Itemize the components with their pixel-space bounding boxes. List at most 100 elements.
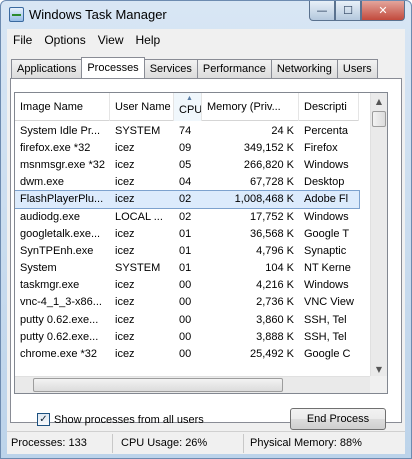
process-list[interactable]: Image Name User Name ▲ CPU Memory (Priv..…: [14, 92, 388, 394]
process-user-name: SYSTEM: [115, 124, 161, 137]
minimize-icon: —: [316, 4, 328, 17]
process-memory: 24 K: [271, 124, 294, 137]
process-user-name: icez: [115, 176, 135, 189]
process-memory: 4,216 K: [256, 279, 294, 292]
process-image-name: putty 0.62.exe...: [20, 330, 99, 343]
process-description: Windows: [304, 158, 349, 171]
process-memory: 36,568 K: [249, 227, 294, 240]
process-memory: 266,820 K: [243, 158, 294, 171]
process-cpu: 00: [179, 313, 192, 326]
vertical-scroll-thumb[interactable]: [372, 111, 386, 127]
tab-performance[interactable]: Performance: [196, 59, 272, 78]
tab-applications[interactable]: Applications: [11, 59, 83, 78]
tab-services[interactable]: Services: [143, 59, 198, 78]
process-user-name: LOCAL ...: [115, 210, 163, 223]
process-row[interactable]: SynTPEnh.exe icez 01 4,796 K Synaptic: [15, 242, 359, 259]
title-bar[interactable]: Windows Task Manager — ☐ ✕: [1, 1, 411, 29]
process-row[interactable]: putty 0.62.exe... icez 00 3,888 K SSH, Tel: [15, 328, 359, 345]
process-memory: 3,860 K: [256, 313, 294, 326]
scroll-up-button[interactable]: ▲: [371, 93, 387, 110]
process-user-name: icez: [115, 348, 135, 361]
window-client-area: File Options View Help Applications Proc…: [7, 29, 405, 454]
column-label: Image Name: [20, 101, 83, 113]
process-image-name: FlashPlayerPlu...: [20, 193, 104, 206]
column-user-name[interactable]: User Name: [110, 93, 174, 121]
process-row[interactable]: System Idle Pr... SYSTEM 74 24 K Percenta: [15, 122, 359, 139]
process-description: Google T: [304, 227, 350, 240]
process-cpu: 02: [179, 210, 192, 223]
process-cpu: 05: [179, 158, 192, 171]
menu-file[interactable]: File: [7, 33, 38, 47]
show-all-users-label[interactable]: Show processes from all users: [54, 414, 204, 426]
process-cpu: 04: [179, 176, 192, 189]
process-cpu: 01: [179, 262, 192, 275]
process-image-name: SynTPEnh.exe: [20, 244, 94, 257]
task-manager-icon: [9, 7, 24, 22]
process-image-name: firefox.exe *32: [20, 141, 91, 154]
column-label: CPU: [179, 104, 202, 116]
process-row[interactable]: googletalk.exe... icez 01 36,568 K Google T: [15, 225, 359, 242]
column-description[interactable]: Descripti: [299, 93, 359, 121]
tab-processes[interactable]: Processes: [81, 57, 145, 78]
end-process-button[interactable]: End Process: [290, 408, 386, 430]
process-row[interactable]: chrome.exe *32 icez 00 25,492 K Google C: [15, 345, 359, 362]
window-title: Windows Task Manager: [29, 7, 167, 22]
process-image-name: taskmgr.exe: [20, 279, 80, 292]
vertical-scrollbar[interactable]: ▲ ▼: [370, 93, 387, 378]
process-image-name: vnc-4_1_3-x86...: [20, 296, 102, 309]
tab-strip: Applications Processes Services Performa…: [11, 57, 378, 78]
horizontal-scroll-thumb[interactable]: [33, 378, 283, 392]
process-memory: 3,888 K: [256, 330, 294, 343]
process-description: Firefox: [304, 141, 338, 154]
caption-buttons: — ☐ ✕: [309, 1, 405, 21]
process-memory: 2,736 K: [256, 296, 294, 309]
column-memory[interactable]: Memory (Priv...: [202, 93, 299, 121]
process-row[interactable]: vnc-4_1_3-x86... icez 00 2,736 K VNC View: [15, 294, 359, 311]
menu-options[interactable]: Options: [38, 33, 91, 47]
show-all-users-option[interactable]: ✓ Show processes from all users: [37, 413, 204, 426]
column-image-name[interactable]: Image Name: [15, 93, 110, 121]
process-row[interactable]: msnmsgr.exe *32 icez 05 266,820 K Windows: [15, 156, 359, 173]
menu-view[interactable]: View: [92, 33, 130, 47]
process-memory: 1,008,468 K: [234, 193, 294, 206]
close-button[interactable]: ✕: [361, 1, 405, 21]
process-row[interactable]: dwm.exe icez 04 67,728 K Desktop: [15, 174, 359, 191]
process-image-name: audiodg.exe: [20, 210, 80, 223]
process-description: Adobe Fl: [304, 193, 349, 206]
status-cpu-usage: CPU Usage: 26%: [113, 433, 244, 453]
column-label: Descripti: [304, 101, 347, 113]
process-memory: 25,492 K: [249, 348, 294, 361]
process-user-name: icez: [115, 296, 135, 309]
process-row[interactable]: firefox.exe *32 icez 09 349,152 K Firefox: [15, 139, 359, 156]
process-row[interactable]: taskmgr.exe icez 00 4,216 K Windows: [15, 277, 359, 294]
menu-help[interactable]: Help: [130, 33, 167, 47]
maximize-button[interactable]: ☐: [335, 1, 361, 21]
process-image-name: System: [20, 262, 57, 275]
process-cpu: 00: [179, 348, 192, 361]
process-image-name: System Idle Pr...: [20, 124, 101, 137]
process-row[interactable]: putty 0.62.exe... icez 00 3,860 K SSH, Tel: [15, 311, 359, 328]
process-user-name: icez: [115, 158, 135, 171]
column-label: User Name: [115, 101, 171, 113]
process-description: VNC View: [304, 296, 354, 309]
process-cpu: 74: [179, 124, 192, 137]
process-user-name: icez: [115, 227, 135, 240]
process-description: Windows: [304, 210, 349, 223]
minimize-button[interactable]: —: [309, 1, 335, 21]
horizontal-scrollbar[interactable]: [15, 376, 372, 393]
tab-users[interactable]: Users: [336, 59, 378, 78]
process-row[interactable]: FlashPlayerPlu... icez 02 1,008,468 K Adobe …: [15, 189, 360, 209]
column-cpu[interactable]: ▲ CPU: [174, 93, 202, 121]
process-description: Desktop: [304, 176, 345, 189]
process-row[interactable]: audiodg.exe LOCAL ... 02 17,752 K Windows: [15, 208, 359, 225]
process-memory: 4,796 K: [256, 244, 294, 257]
process-cpu: 02: [179, 193, 192, 206]
task-manager-window: Windows Task Manager — ☐ ✕ File Options …: [0, 0, 412, 459]
process-row[interactable]: System SYSTEM 01 104 K NT Kerne: [15, 260, 359, 277]
scroll-up-icon: ▲: [375, 97, 383, 106]
tab-networking[interactable]: Networking: [270, 59, 338, 78]
process-image-name: putty 0.62.exe...: [20, 313, 99, 326]
process-image-name: dwm.exe: [20, 176, 65, 189]
show-all-users-checkbox[interactable]: ✓: [37, 413, 50, 426]
process-description: Synaptic: [304, 244, 347, 257]
